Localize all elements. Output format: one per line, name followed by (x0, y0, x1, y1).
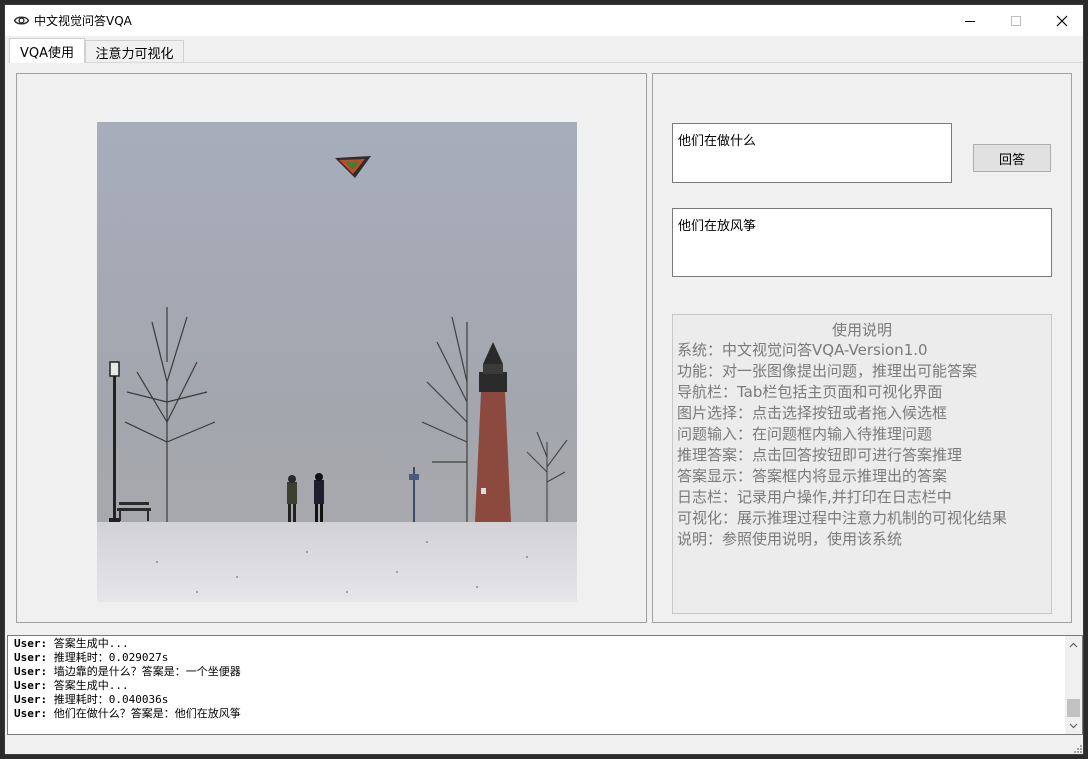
chevron-down-icon (1069, 723, 1078, 728)
tab-attention-visualization[interactable]: 注意力可视化 (85, 40, 184, 63)
instruction-line: 可视化：展示推理过程中注意力机制的可视化结果 (677, 509, 1008, 527)
close-icon (1056, 15, 1068, 26)
log-entry: User: 答案生成中... (14, 637, 241, 651)
answer-button[interactable]: 回答 (973, 144, 1051, 172)
log-user-label: User: (14, 679, 48, 692)
log-entry: User: 答案生成中... (14, 679, 241, 693)
answer-output[interactable]: 他们在放风筝 (672, 208, 1052, 277)
log-text: 答案生成中... (47, 637, 129, 650)
log-entry: User: 他们在做什么？答案是：他们在放风筝 (14, 707, 241, 721)
maximize-button[interactable] (993, 5, 1039, 36)
log-user-label: User: (14, 637, 48, 650)
tab-vqa-usage[interactable]: VQA使用 (9, 38, 85, 63)
instruction-line: 系统：中文视觉问答VQA-Version1.0 (677, 341, 928, 359)
log-entry: User: 墙边靠的是什么？答案是：一个坐便器 (14, 665, 241, 679)
title-bar: 中文视觉问答VQA (5, 5, 1083, 36)
log-scrollbar[interactable] (1065, 636, 1082, 734)
main-window: 中文视觉问答VQA VQA使用 注意力可视化 他们在做什么 回答 他们在放风筝 … (4, 4, 1084, 755)
tab-bar: VQA使用 注意力可视化 (5, 36, 1083, 63)
log-user-label: User: (14, 651, 48, 664)
close-button[interactable] (1039, 5, 1083, 36)
chevron-up-icon (1069, 642, 1078, 647)
instruction-line: 说明：参照使用说明，使用该系统 (677, 530, 903, 548)
usage-instructions: 使用说明 系统：中文视觉问答VQA-Version1.0 功能：对一张图像提出问… (672, 314, 1052, 614)
resize-grip-icon[interactable] (1071, 742, 1083, 754)
log-entry: User: 推理耗时：0.040036s (14, 693, 241, 707)
instruction-line: 日志栏：记录用户操作,并打印在日志栏中 (677, 488, 952, 506)
instructions-title: 使用说明 (831, 321, 892, 339)
minimize-button[interactable] (947, 5, 993, 36)
log-user-label: User: (14, 665, 48, 678)
tab-content: 他们在做什么 回答 他们在放风筝 使用说明 系统：中文视觉问答VQA-Versi… (8, 62, 1082, 633)
log-text: 他们在做什么？答案是：他们在放风筝 (47, 707, 241, 720)
maximize-icon (1011, 15, 1021, 26)
scroll-thumb[interactable] (1067, 699, 1080, 717)
question-input[interactable]: 他们在做什么 (672, 123, 952, 183)
log-user-label: User: (14, 707, 48, 720)
window-title: 中文视觉问答VQA (34, 14, 132, 28)
eye-icon (13, 16, 30, 25)
log-text: 答案生成中... (47, 679, 129, 692)
image-preview[interactable] (97, 122, 577, 602)
instruction-line: 功能：对一张图像提出问题，推理出可能答案 (677, 362, 978, 380)
instruction-line: 图片选择：点击选择按钮或者拖入候选框 (677, 404, 948, 422)
status-bar (5, 738, 1083, 754)
minimize-icon (965, 20, 975, 22)
instruction-line: 导航栏：Tab栏包括主页面和可视化界面 (677, 383, 943, 401)
scroll-up-button[interactable] (1065, 636, 1082, 653)
kite-scene-image (97, 122, 577, 602)
qa-panel: 他们在做什么 回答 他们在放风筝 使用说明 系统：中文视觉问答VQA-Versi… (652, 73, 1072, 623)
instruction-line: 推理答案：点击回答按钮即可进行答案推理 (677, 446, 963, 464)
log-content: User: 答案生成中... User: 推理耗时：0.029027s User… (14, 637, 241, 721)
log-text: 推理耗时：0.029027s (47, 651, 169, 664)
log-entry: User: 推理耗时：0.029027s (14, 651, 241, 665)
log-panel[interactable]: User: 答案生成中... User: 推理耗时：0.029027s User… (7, 635, 1083, 735)
instruction-line: 答案显示：答案框内将显示推理出的答案 (677, 467, 948, 485)
log-text: 推理耗时：0.040036s (47, 693, 169, 706)
log-text: 墙边靠的是什么？答案是：一个坐便器 (47, 665, 241, 678)
scroll-down-button[interactable] (1065, 717, 1082, 734)
log-user-label: User: (14, 693, 48, 706)
instruction-line: 问题输入：在问题框内输入待推理问题 (677, 425, 933, 443)
image-panel[interactable] (16, 73, 647, 623)
